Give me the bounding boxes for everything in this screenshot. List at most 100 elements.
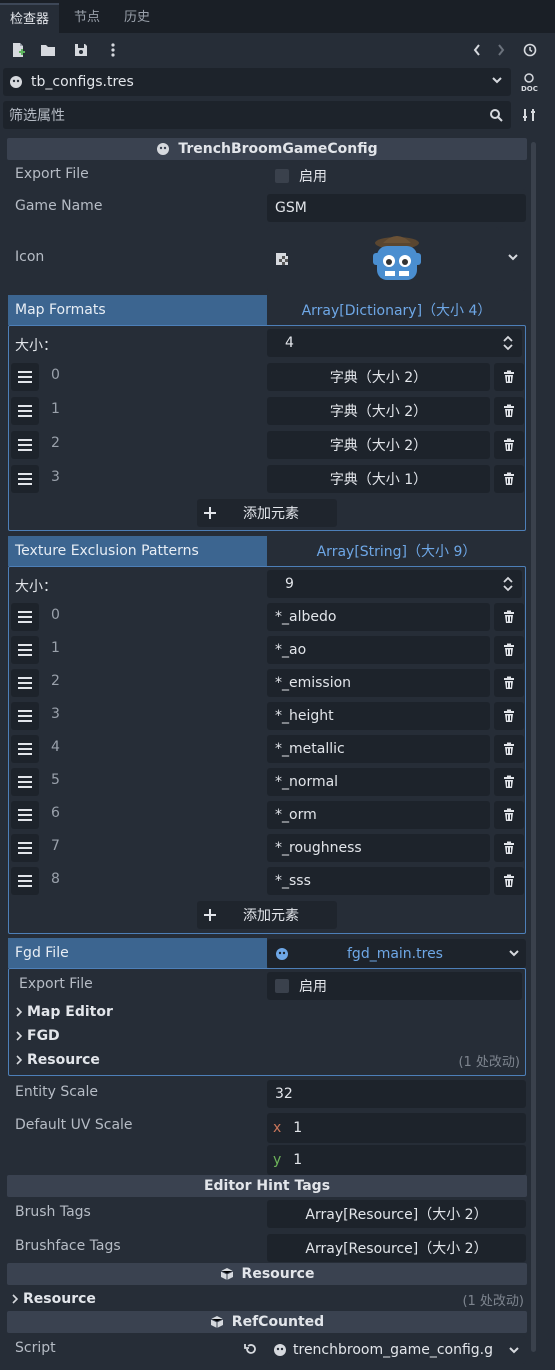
history-forward-icon[interactable] [492,40,510,60]
texture-exclusion-size-spinbox[interactable]: 9 [267,570,522,598]
chevron-right-icon [15,1055,23,1065]
texture-pattern-item-drag-handle[interactable] [11,801,39,829]
texture-pattern-item-drag-handle[interactable] [11,603,39,631]
changes-note: (1 处改动) [462,1293,524,1309]
texture-pattern-item-value[interactable]: *_roughness [267,834,490,862]
export-file-checkbox[interactable]: 启用 [267,162,526,190]
group-resource-base[interactable]: Resource (1 处改动) [11,1289,524,1309]
add-label: 添加元素 [243,506,299,522]
fgd-file-label[interactable]: Fgd File [8,938,267,968]
texture-pattern-item-drag-handle[interactable] [11,768,39,796]
trash-icon [502,775,516,789]
texture-pattern-item-drag-handle[interactable] [11,702,39,730]
scrollbar-thumb[interactable] [531,142,536,1352]
object-history-icon[interactable] [520,40,540,60]
icon-dropdown-button[interactable] [500,227,526,291]
texture-pattern-item-drag-handle[interactable] [11,834,39,862]
texture-pattern-item-drag-handle[interactable] [11,636,39,664]
texture-pattern-item-value[interactable]: *_orm [267,801,490,829]
map-format-item-value[interactable]: 字典（大小 2） [267,397,490,425]
texture-pattern-item-index: 1 [51,640,60,656]
fgd-export-file-checkbox[interactable]: 启用 [267,972,522,1000]
save-icon[interactable] [71,40,91,60]
texture-pattern-item-remove-button[interactable] [494,669,524,697]
resource-path-selector[interactable]: tb_configs.tres [3,68,511,96]
group-resource[interactable]: Resource (1 处改动) [15,1050,520,1070]
texture-pattern-item-remove-button[interactable] [494,702,524,730]
trash-icon [502,841,516,855]
history-back-icon[interactable] [468,40,486,60]
map-format-item-value[interactable]: 字典（大小 2） [267,431,490,459]
open-folder-icon[interactable] [38,40,58,60]
entity-scale-input[interactable]: 32 [267,1080,526,1108]
texture-pattern-item-remove-button[interactable] [494,801,524,829]
map-format-item-drag-handle[interactable] [11,431,39,459]
chevron-down-icon [508,1344,520,1360]
filter-properties-input[interactable]: 筛选属性 [3,101,511,129]
changes-note: (1 处改动) [458,1054,520,1070]
map-formats-size-spinbox[interactable]: 4 [267,329,522,357]
map-format-item-value[interactable]: 字典（大小 2） [267,363,490,391]
game-name-input[interactable]: GSM [267,194,526,222]
texture-pattern-item-index: 4 [51,739,60,755]
godot-resource-icon [156,142,170,156]
texture-pattern-item-value[interactable]: *_normal [267,768,490,796]
map-format-item-drag-handle[interactable] [11,397,39,425]
texture-pattern-item-index: 7 [51,838,60,854]
drag-handle-icon [18,611,32,623]
doc-icon[interactable]: DOC [517,70,541,94]
texture-exclusion-size-label: 大小： [15,579,57,595]
texture-pattern-item-value[interactable]: *_albedo [267,603,490,631]
icon-preview[interactable] [267,227,499,291]
map-formats-type[interactable]: Array[Dictionary]（大小 4） [267,295,526,325]
texture-exclusion-type[interactable]: Array[String]（大小 9） [267,536,526,566]
texture-pattern-item-value[interactable]: *_sss [267,867,490,895]
texture-exclusion-add-button[interactable]: 添加元素 [197,901,337,929]
map-format-item-drag-handle[interactable] [11,363,39,391]
fgd-file-selector[interactable]: fgd_main.tres [267,939,526,968]
more-options-icon[interactable] [103,40,123,60]
texture-pattern-item-drag-handle[interactable] [11,735,39,763]
godot-trenchbroom-icon [365,231,429,291]
texture-pattern-item-remove-button[interactable] [494,735,524,763]
group-map-editor[interactable]: Map Editor [15,1002,520,1022]
new-resource-icon[interactable] [8,40,28,60]
trash-icon [502,808,516,822]
texture-exclusion-label[interactable]: Texture Exclusion Patterns [8,536,267,566]
map-formats-add-button[interactable]: 添加元素 [197,499,337,527]
drag-handle-icon [18,875,32,887]
revert-icon[interactable] [242,1340,260,1358]
axis-y-value: 1 [293,1152,303,1168]
map-format-item-value[interactable]: 字典（大小 1） [267,465,490,493]
texture-pattern-item-remove-button[interactable] [494,768,524,796]
texture-pattern-item-value[interactable]: *_emission [267,669,490,697]
brush-tags-value[interactable]: Array[Resource]（大小 2） [267,1200,526,1228]
drag-handle-icon [18,677,32,689]
texture-pattern-item-drag-handle[interactable] [11,867,39,895]
texture-pattern-item-value[interactable]: *_height [267,702,490,730]
texture-pattern-item-drag-handle[interactable] [11,669,39,697]
texture-pattern-item-remove-button[interactable] [494,636,524,664]
tab-inspector[interactable]: 检查器 [0,3,60,33]
uv-scale-y-input[interactable]: y 1 [267,1145,526,1175]
map-format-item-remove-button[interactable] [494,465,524,493]
texture-pattern-item-value[interactable]: *_ao [267,636,490,664]
script-selector[interactable]: trenchbroom_game_config.gd [267,1336,526,1364]
filter-settings-icon[interactable] [518,104,540,126]
texture-pattern-item-remove-button[interactable] [494,867,524,895]
tab-history[interactable]: 历史 [114,3,160,33]
editor-hint-tags-header[interactable]: Editor Hint Tags [7,1175,527,1197]
map-format-item-remove-button[interactable] [494,431,524,459]
texture-pattern-item-remove-button[interactable] [494,834,524,862]
map-formats-label[interactable]: Map Formats [8,295,267,325]
group-fgd[interactable]: FGD [15,1026,520,1046]
trash-icon [502,472,516,486]
map-format-item-drag-handle[interactable] [11,465,39,493]
map-format-item-remove-button[interactable] [494,363,524,391]
uv-scale-x-input[interactable]: x 1 [267,1113,526,1143]
tab-node[interactable]: 节点 [64,3,110,33]
texture-pattern-item-remove-button[interactable] [494,603,524,631]
map-format-item-remove-button[interactable] [494,397,524,425]
brushface-tags-value[interactable]: Array[Resource]（大小 2） [267,1234,526,1262]
texture-pattern-item-value[interactable]: *_metallic [267,735,490,763]
